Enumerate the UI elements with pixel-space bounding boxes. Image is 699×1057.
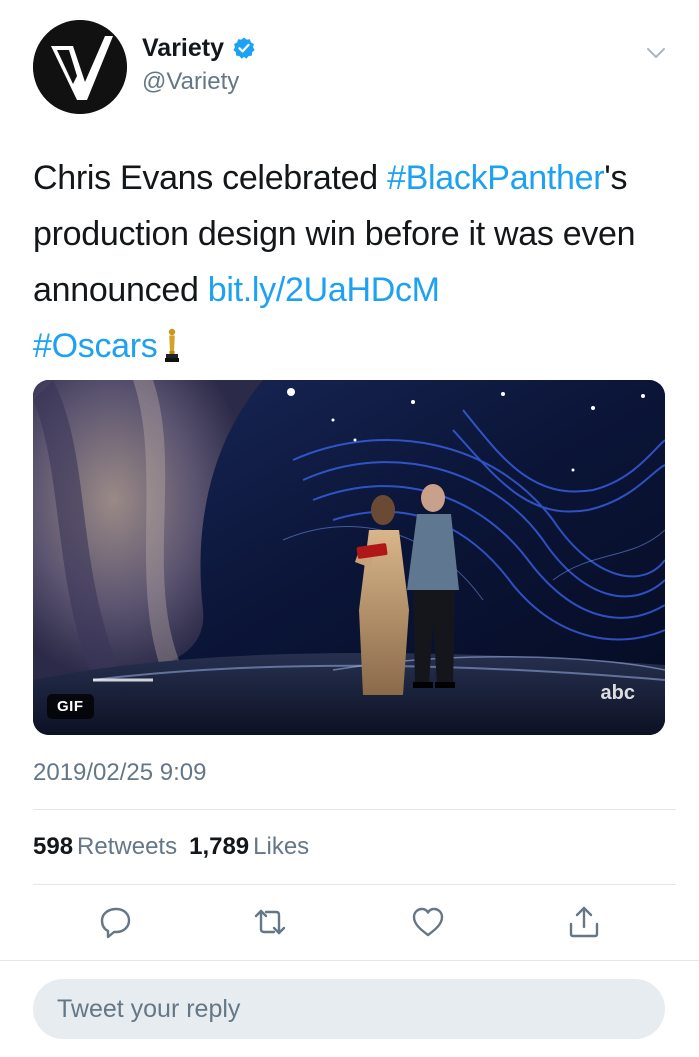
tweet-text-segment: Chris Evans celebrated [33, 159, 388, 197]
tweet-timestamp[interactable]: 2019/02/25 9:09 [33, 758, 207, 788]
likes-count: 1,789 [189, 833, 250, 860]
heart-icon [412, 907, 444, 937]
reply-input[interactable] [33, 979, 665, 1039]
divider [33, 809, 676, 810]
verified-badge-icon [232, 36, 256, 60]
comment-icon [100, 907, 131, 939]
retweets-label: Retweets [77, 833, 178, 860]
retweets-stat[interactable]: 598 Retweets [33, 832, 177, 862]
reply-button[interactable] [98, 904, 134, 940]
share-button[interactable] [566, 904, 602, 940]
share-icon [569, 906, 599, 938]
tweet-header: Variety @Variety [0, 0, 699, 130]
stage-scene-image [33, 380, 665, 735]
divider [33, 884, 676, 885]
hashtag-link-blackpanther[interactable]: #BlackPanther [387, 159, 605, 197]
tweet-text: Chris Evans celebrated #BlackPanther's p… [33, 150, 673, 374]
name-row: Variety [142, 34, 256, 62]
short-url-link[interactable]: bit.ly/2UaHDcM [208, 271, 440, 309]
display-name[interactable]: Variety [142, 34, 224, 62]
chevron-down-icon[interactable] [645, 42, 667, 64]
variety-v-logo-icon [33, 20, 127, 114]
retweet-button[interactable] [252, 904, 288, 940]
oscar-statuette-icon [162, 324, 182, 362]
tweet-actions [0, 900, 699, 944]
abc-watermark: abc [600, 682, 635, 704]
likes-stat[interactable]: 1,789 Likes [189, 832, 309, 862]
reply-separator [0, 960, 699, 961]
user-handle[interactable]: @Variety [142, 68, 239, 96]
gif-media[interactable]: GIF abc [33, 380, 665, 735]
gif-badge: GIF [47, 694, 94, 719]
tweet-stats: 598 Retweets 1,789 Likes [33, 832, 309, 862]
like-button[interactable] [410, 904, 446, 940]
hashtag-link-oscars[interactable]: #Oscars [33, 327, 158, 365]
retweets-count: 598 [33, 833, 74, 860]
likes-label: Likes [253, 833, 310, 860]
retweet-icon [254, 909, 286, 935]
variety-avatar[interactable] [33, 20, 127, 114]
